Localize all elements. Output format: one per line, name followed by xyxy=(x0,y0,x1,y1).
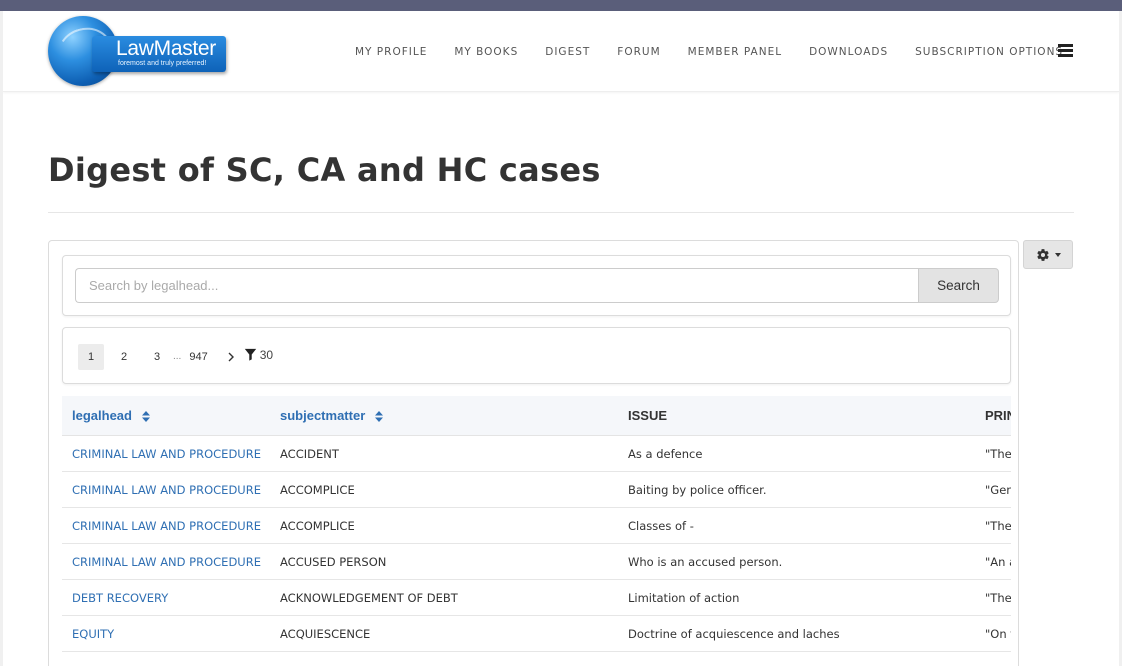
digest-panel: Search 1 2 3 ... 947 30 xyxy=(48,240,1019,666)
legalhead-link[interactable]: CRIMINAL LAW AND PROCEDURE xyxy=(62,471,270,508)
page-ellipsis: ... xyxy=(173,351,182,362)
subjectmatter-cell: ACKNOWLEDGEMENT OF DEBT xyxy=(270,579,618,616)
issue-cell: As a defence xyxy=(618,435,975,472)
legalhead-link[interactable]: DEBT RECOVERY xyxy=(62,579,270,616)
issue-cell: Limitation of action xyxy=(618,579,975,616)
logo-tagline: foremost and truly preferred! xyxy=(118,60,207,67)
chevron-right-icon[interactable] xyxy=(224,350,238,364)
column-header-principle: PRINCIPLE xyxy=(975,396,1011,436)
nav-subscription-options[interactable]: SUBSCRIPTION OPTIONS xyxy=(915,46,1063,58)
page-link-2[interactable]: 2 xyxy=(111,344,137,370)
principle-cell: "The xyxy=(975,435,1011,472)
column-label: legalhead xyxy=(72,408,132,423)
nav-downloads[interactable]: DOWNLOADS xyxy=(809,46,888,58)
table-row[interactable]: EQUITY ACQUIESCENCE Doctrine of acquiesc… xyxy=(62,615,1011,652)
nav-member-panel[interactable]: MEMBER PANEL xyxy=(688,46,782,58)
pagination: 1 2 3 ... 947 30 xyxy=(78,343,273,370)
table-row[interactable]: DEBT RECOVERY ACKNOWLEDGEMENT OF DEBT Li… xyxy=(62,579,1011,616)
legalhead-link[interactable]: CRIMINAL LAW AND PROCEDURE xyxy=(62,435,270,472)
window-top-strip xyxy=(0,0,1122,11)
pagination-box: 1 2 3 ... 947 30 xyxy=(62,327,1011,384)
subjectmatter-cell: ACQUIESCENCE xyxy=(270,615,618,652)
page: LawMaster foremost and truly preferred! … xyxy=(3,11,1119,666)
subjectmatter-cell: ACCUSED PERSON xyxy=(270,543,618,580)
issue-cell: Doctrine of acquiescence and laches xyxy=(618,615,975,652)
column-label: subjectmatter xyxy=(280,408,366,423)
settings-dropdown-button[interactable] xyxy=(1023,240,1073,269)
principle-cell: "The xyxy=(975,507,1011,544)
main-nav: MY PROFILE MY BOOKS DIGEST FORUM MEMBER … xyxy=(355,43,1090,61)
caret-down-icon xyxy=(1054,252,1061,257)
search-input[interactable] xyxy=(75,268,919,303)
lawmaster-logo[interactable]: LawMaster foremost and truly preferred! xyxy=(48,16,230,88)
page-link-1[interactable]: 1 xyxy=(78,343,104,370)
search-box: Search xyxy=(62,255,1011,316)
subjectmatter-cell: ACCIDENT xyxy=(270,435,618,472)
issue-cell: Classes of - xyxy=(618,507,975,544)
column-header-issue: ISSUE xyxy=(618,396,975,436)
digest-table: legalhead subjectmatter ISSUE PRINCIPLE … xyxy=(62,396,1011,652)
table-row[interactable]: CRIMINAL LAW AND PROCEDURE ACCUSED PERSO… xyxy=(62,543,1011,580)
legalhead-link[interactable]: CRIMINAL LAW AND PROCEDURE xyxy=(62,507,270,544)
principle-cell: "An a xyxy=(975,543,1011,580)
page-link-3[interactable]: 3 xyxy=(144,344,170,370)
site-header: LawMaster foremost and truly preferred! … xyxy=(3,11,1119,92)
issue-cell: Who is an accused person. xyxy=(618,543,975,580)
gear-icon xyxy=(1036,248,1049,261)
principle-cell: "On t xyxy=(975,615,1011,652)
page-title: Digest of SC, CA and HC cases xyxy=(48,151,601,189)
nav-my-profile[interactable]: MY PROFILE xyxy=(355,46,427,58)
table-header-row: legalhead subjectmatter ISSUE PRINCIPLE xyxy=(62,396,1011,436)
table-row[interactable]: CRIMINAL LAW AND PROCEDURE ACCOMPLICE Cl… xyxy=(62,507,1011,544)
filter-toggle[interactable]: 30 xyxy=(244,348,273,362)
legalhead-link[interactable]: CRIMINAL LAW AND PROCEDURE xyxy=(62,543,270,580)
table-row[interactable]: CRIMINAL LAW AND PROCEDURE ACCIDENT As a… xyxy=(62,435,1011,472)
subjectmatter-cell: ACCOMPLICE xyxy=(270,507,618,544)
legalhead-link[interactable]: EQUITY xyxy=(62,615,270,652)
search-button[interactable]: Search xyxy=(918,268,999,303)
filter-count: 30 xyxy=(259,347,274,362)
digest-table-wrap[interactable]: legalhead subjectmatter ISSUE PRINCIPLE … xyxy=(62,396,1011,666)
subjectmatter-cell: ACCOMPLICE xyxy=(270,471,618,508)
column-header-legalhead[interactable]: legalhead xyxy=(62,396,270,436)
nav-digest[interactable]: DIGEST xyxy=(545,46,590,58)
sort-icon xyxy=(374,411,383,423)
nav-forum[interactable]: FORUM xyxy=(617,46,660,58)
sort-icon xyxy=(141,411,150,423)
column-header-subjectmatter[interactable]: subjectmatter xyxy=(270,396,618,436)
filter-icon xyxy=(244,348,256,361)
principle-cell: "The xyxy=(975,579,1011,616)
principle-cell: "Gen xyxy=(975,471,1011,508)
issue-cell: Baiting by police officer. xyxy=(618,471,975,508)
nav-my-books[interactable]: MY BOOKS xyxy=(454,46,518,58)
title-divider xyxy=(48,212,1074,213)
table-row[interactable]: CRIMINAL LAW AND PROCEDURE ACCOMPLICE Ba… xyxy=(62,471,1011,508)
logo-title: LawMaster xyxy=(116,37,217,60)
page-link-last[interactable]: 947 xyxy=(189,351,207,363)
hamburger-icon[interactable] xyxy=(1058,44,1073,57)
